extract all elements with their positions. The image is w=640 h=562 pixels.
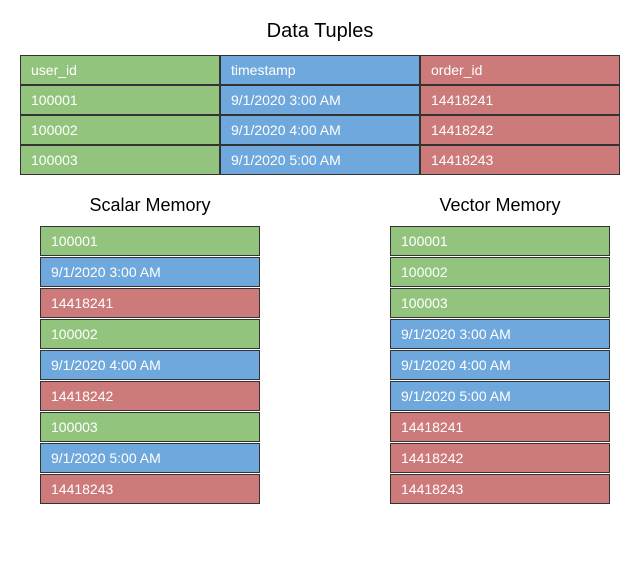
lower-section: Scalar Memory 1000019/1/2020 3:00 AM1441…: [20, 195, 620, 505]
cell-user-id: 100001: [20, 85, 220, 115]
scalar-cell: 14418241: [40, 288, 260, 318]
vector-cell: 14418241: [390, 412, 610, 442]
tuples-table: user_id 100001 100002 100003 timestamp 9…: [20, 55, 620, 175]
header-user-id: user_id: [20, 55, 220, 85]
scalar-cell: 9/1/2020 3:00 AM: [40, 257, 260, 287]
vector-cell: 100002: [390, 257, 610, 287]
cell-order-id: 14418242: [420, 115, 620, 145]
scalar-cell: 9/1/2020 5:00 AM: [40, 443, 260, 473]
vector-memory-block: Vector Memory 1000011000021000039/1/2020…: [390, 195, 610, 505]
cell-user-id: 100003: [20, 145, 220, 175]
cell-timestamp: 9/1/2020 3:00 AM: [220, 85, 420, 115]
vector-cell: 9/1/2020 3:00 AM: [390, 319, 610, 349]
tuples-col-user-id: user_id 100001 100002 100003: [20, 55, 220, 175]
scalar-list: 1000019/1/2020 3:00 AM144182411000029/1/…: [40, 226, 260, 504]
vector-cell: 9/1/2020 5:00 AM: [390, 381, 610, 411]
tuples-col-order-id: order_id 14418241 14418242 14418243: [420, 55, 620, 175]
header-order-id: order_id: [420, 55, 620, 85]
scalar-cell: 14418243: [40, 474, 260, 504]
vector-cell: 14418243: [390, 474, 610, 504]
cell-order-id: 14418243: [420, 145, 620, 175]
tuples-title: Data Tuples: [20, 20, 620, 43]
scalar-memory-block: Scalar Memory 1000019/1/2020 3:00 AM1441…: [40, 195, 260, 505]
cell-timestamp: 9/1/2020 5:00 AM: [220, 145, 420, 175]
scalar-cell: 9/1/2020 4:00 AM: [40, 350, 260, 380]
vector-title: Vector Memory: [390, 195, 610, 216]
scalar-title: Scalar Memory: [40, 195, 260, 216]
vector-cell: 100001: [390, 226, 610, 256]
scalar-cell: 14418242: [40, 381, 260, 411]
vector-cell: 9/1/2020 4:00 AM: [390, 350, 610, 380]
vector-cell: 14418242: [390, 443, 610, 473]
scalar-cell: 100002: [40, 319, 260, 349]
cell-timestamp: 9/1/2020 4:00 AM: [220, 115, 420, 145]
vector-list: 1000011000021000039/1/2020 3:00 AM9/1/20…: [390, 226, 610, 504]
cell-user-id: 100002: [20, 115, 220, 145]
scalar-cell: 100003: [40, 412, 260, 442]
vector-cell: 100003: [390, 288, 610, 318]
tuples-col-timestamp: timestamp 9/1/2020 3:00 AM 9/1/2020 4:00…: [220, 55, 420, 175]
header-timestamp: timestamp: [220, 55, 420, 85]
cell-order-id: 14418241: [420, 85, 620, 115]
scalar-cell: 100001: [40, 226, 260, 256]
